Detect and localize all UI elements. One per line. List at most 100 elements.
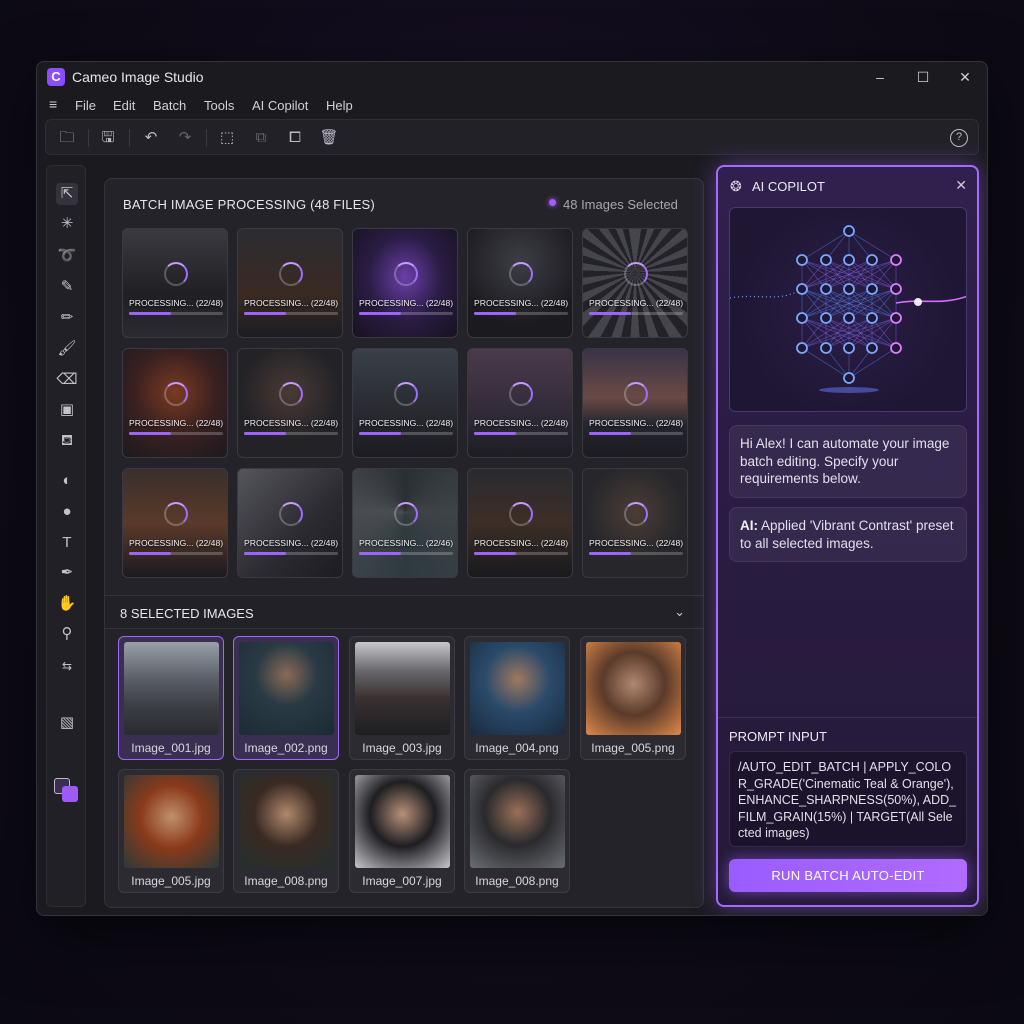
close-window-button[interactable]: ✕: [952, 67, 978, 87]
redo-icon[interactable]: ↷: [175, 128, 195, 148]
dodge-tool-icon[interactable]: ◐: [56, 470, 78, 492]
menu-tools[interactable]: Tools: [204, 98, 234, 113]
processing-card[interactable]: PROCESSING... (22/48): [582, 228, 688, 338]
progress-fill: [244, 312, 287, 315]
processing-card[interactable]: PROCESSING... (22/48): [467, 228, 573, 338]
processing-card[interactable]: PROCESSING... (22/48): [352, 228, 458, 338]
image-thumbnail[interactable]: Image_008.png: [464, 769, 570, 893]
hamburger-menu-icon[interactable]: ≡: [49, 96, 57, 112]
gradient-tool-icon[interactable]: ▣: [56, 399, 78, 421]
thumbnail-caption: Image_002.png: [244, 741, 328, 755]
processing-label: PROCESSING... (22/48): [359, 418, 454, 428]
maximize-button[interactable]: ☐: [910, 67, 936, 87]
duplicate-icon[interactable]: ⧉: [251, 128, 271, 148]
loading-spinner-icon: [509, 502, 533, 526]
network-node: [796, 283, 808, 295]
help-icon[interactable]: ?: [950, 129, 968, 147]
network-node: [890, 342, 902, 354]
eraser-tool-icon[interactable]: ⌫: [56, 369, 78, 391]
loading-spinner-icon: [279, 382, 303, 406]
image-thumbnail[interactable]: Image_008.png: [233, 769, 339, 893]
app-title: Cameo Image Studio: [72, 69, 204, 85]
app-window: C Cameo Image Studio – ☐ ✕ ≡ File Edit B…: [36, 61, 988, 916]
menu-batch[interactable]: Batch: [153, 98, 186, 113]
network-node: [796, 342, 808, 354]
processing-card[interactable]: PROCESSING... (22/48): [582, 348, 688, 458]
quick-mask-tool-icon[interactable]: ▧: [56, 712, 78, 734]
clone-stamp-tool-icon[interactable]: ⛾: [56, 430, 78, 452]
progress-fill: [474, 432, 517, 435]
undo-icon[interactable]: ↶: [141, 128, 161, 148]
thumbnail-image: [586, 642, 681, 735]
processing-card[interactable]: PROCESSING... (22/48): [237, 348, 343, 458]
progress-bar: [589, 432, 683, 435]
magic-wand-tool-icon[interactable]: ✳: [56, 213, 78, 235]
image-thumbnail[interactable]: Image_007.jpg: [349, 769, 455, 893]
progress-bar: [359, 432, 453, 435]
loading-spinner-icon: [279, 262, 303, 286]
processing-card[interactable]: PROCESSING... (22/46): [352, 468, 458, 578]
image-thumbnail[interactable]: Image_004.png: [464, 636, 570, 760]
tool-sidebar: ⇱ ✳ ➰ ✎ ✏ 🖌 ⌫ ▣ ⛾ ◐ ● T ✒ ✋ ⚲ ⇆ ▧: [46, 165, 86, 907]
image-thumbnail[interactable]: Image_005.jpg: [118, 769, 224, 893]
network-node: [820, 254, 832, 266]
image-thumbnail[interactable]: Image_003.jpg: [349, 636, 455, 760]
menu-file[interactable]: File: [75, 98, 96, 113]
processing-card[interactable]: PROCESSING... (22/48): [582, 468, 688, 578]
zoom-tool-icon[interactable]: ⚲: [56, 623, 78, 645]
processing-card[interactable]: PROCESSING... (22/48): [122, 228, 228, 338]
network-node: [866, 283, 878, 295]
burn-tool-icon[interactable]: ●: [56, 501, 78, 523]
processing-label: PROCESSING... (22/48): [474, 298, 569, 308]
image-thumbnail[interactable]: Image_002.png: [233, 636, 339, 760]
export-icon[interactable]: ⧠: [285, 128, 305, 148]
menu-ai-copilot[interactable]: AI Copilot: [252, 98, 308, 113]
progress-bar: [129, 312, 223, 315]
pencil-tool-icon[interactable]: ✏: [56, 307, 78, 329]
select-tool-icon[interactable]: ⇱: [56, 183, 78, 205]
processing-card[interactable]: PROCESSING... (22/48): [122, 468, 228, 578]
processing-card[interactable]: PROCESSING... (22/48): [467, 468, 573, 578]
thumbnail-image: [239, 642, 334, 735]
progress-fill: [474, 312, 517, 315]
prompt-input[interactable]: /AUTO_EDIT_BATCH | APPLY_COLOR_GRADE('Ci…: [729, 751, 967, 847]
network-node: [796, 312, 808, 324]
close-icon[interactable]: ✕: [955, 177, 967, 194]
swap-colors-icon[interactable]: ⇆: [56, 655, 78, 677]
open-folder-icon[interactable]: 🗀: [57, 128, 77, 148]
loading-spinner-icon: [164, 382, 188, 406]
minimize-button[interactable]: –: [867, 67, 893, 87]
thumbnail-image: [470, 775, 565, 868]
pen-tool-icon[interactable]: ✒: [56, 562, 78, 584]
processing-card[interactable]: PROCESSING... (22/48): [237, 468, 343, 578]
progress-fill: [359, 432, 402, 435]
lasso-tool-icon[interactable]: ➰: [56, 245, 78, 267]
loading-spinner-icon: [509, 382, 533, 406]
processing-card[interactable]: PROCESSING... (22/48): [467, 348, 573, 458]
text-tool-icon[interactable]: T: [56, 532, 78, 554]
thumbnail-image: [239, 775, 334, 868]
selected-images-header[interactable]: 8 SELECTED IMAGES ⌄: [105, 595, 703, 629]
background-color-swatch[interactable]: [62, 786, 78, 802]
eyedropper-tool-icon[interactable]: ✎: [56, 276, 78, 298]
run-batch-button[interactable]: RUN BATCH AUTO-EDIT: [729, 859, 967, 892]
save-icon[interactable]: 🖫: [98, 128, 118, 148]
network-node: [843, 342, 855, 354]
crop-icon[interactable]: ⬚: [217, 128, 237, 148]
image-thumbnail[interactable]: Image_005.png: [580, 636, 686, 760]
menu-help[interactable]: Help: [326, 98, 353, 113]
brush-tool-icon[interactable]: 🖌: [56, 338, 78, 360]
hand-tool-icon[interactable]: ✋: [56, 593, 78, 615]
processing-card[interactable]: PROCESSING... (22/48): [122, 348, 228, 458]
assistant-message: Hi Alex! I can automate your image batch…: [729, 425, 967, 498]
menu-edit[interactable]: Edit: [113, 98, 135, 113]
chevron-down-icon[interactable]: ⌄: [674, 604, 685, 620]
selection-indicator-icon: [549, 199, 556, 206]
image-thumbnail[interactable]: Image_001.jpg: [118, 636, 224, 760]
delete-icon[interactable]: 🗑: [319, 128, 339, 148]
network-node: [866, 342, 878, 354]
network-node: [843, 312, 855, 324]
processing-card[interactable]: PROCESSING... (22/48): [237, 228, 343, 338]
processing-card[interactable]: PROCESSING... (22/48): [352, 348, 458, 458]
progress-bar: [474, 432, 568, 435]
